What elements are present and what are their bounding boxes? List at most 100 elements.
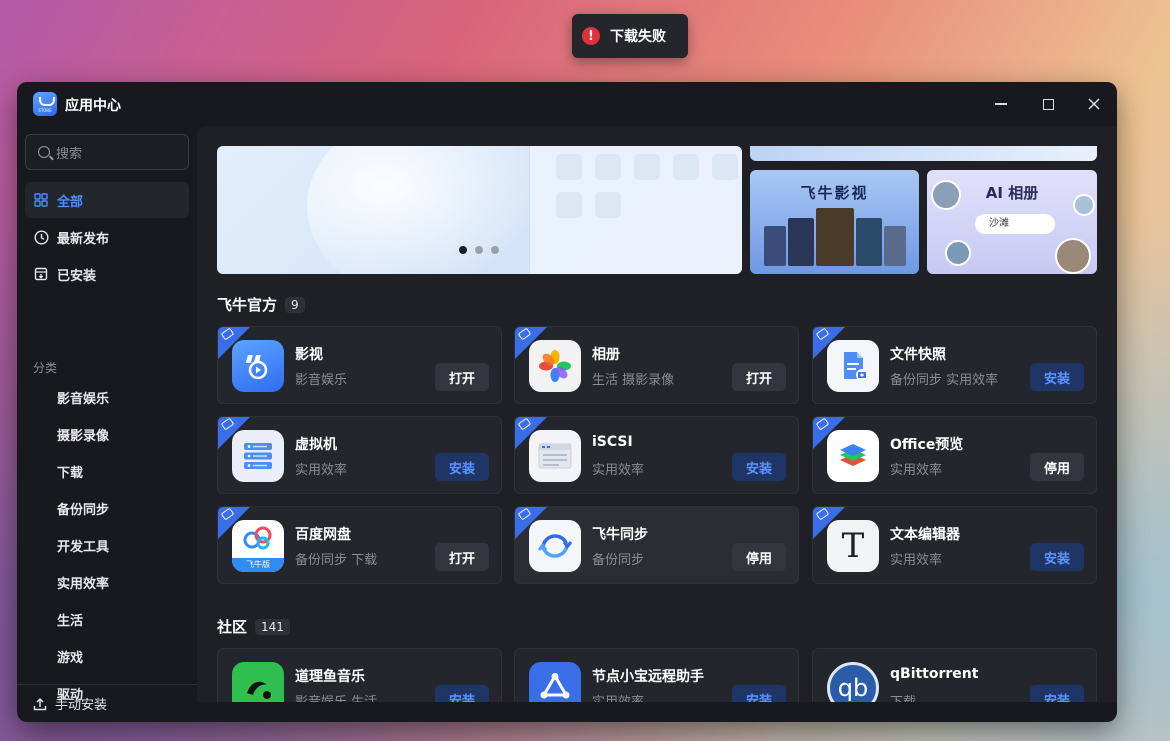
category-item[interactable]: 下载 bbox=[57, 462, 83, 481]
movie-poster bbox=[788, 218, 814, 266]
open-button[interactable]: 打开 bbox=[732, 363, 786, 391]
install-button[interactable]: 安装 bbox=[435, 685, 489, 702]
maximize-button[interactable] bbox=[1036, 92, 1060, 116]
title-bar[interactable]: STORE 应用中心 bbox=[17, 82, 1117, 126]
app-name: 虚拟机 bbox=[295, 437, 337, 453]
disable-button[interactable]: 停用 bbox=[732, 543, 786, 571]
category-item[interactable]: 生活 bbox=[57, 610, 83, 629]
app-card-iscsi[interactable]: iSCSI 实用效率 安装 bbox=[514, 416, 799, 494]
install-button[interactable]: 安装 bbox=[435, 453, 489, 481]
search-box[interactable]: 搜索 bbox=[25, 134, 189, 170]
carousel-dot-2[interactable] bbox=[475, 246, 483, 254]
install-button[interactable]: 安装 bbox=[1030, 543, 1084, 571]
category-item[interactable]: 开发工具 bbox=[57, 536, 109, 555]
app-category: 实用效率 bbox=[890, 463, 943, 478]
carousel-dot-3[interactable] bbox=[491, 246, 499, 254]
app-category: 备份同步 bbox=[592, 553, 645, 568]
preview-tile bbox=[595, 192, 621, 218]
minimize-icon bbox=[995, 103, 1007, 105]
nav-all[interactable]: 全部 bbox=[25, 182, 189, 218]
open-button[interactable]: 打开 bbox=[435, 363, 489, 391]
app-card-photos[interactable]: 相册 生活 摄影录像 打开 bbox=[514, 326, 799, 404]
baidu-netdisk-app-icon: 飞牛版 bbox=[232, 520, 284, 572]
category-item[interactable]: 备份同步 bbox=[57, 499, 109, 518]
open-button[interactable]: 打开 bbox=[435, 543, 489, 571]
logo-text: STORE bbox=[38, 108, 52, 113]
text-editor-app-icon: T bbox=[827, 520, 879, 572]
nav-installed[interactable]: 已安装 bbox=[25, 256, 189, 292]
ai-sample-photo bbox=[1055, 238, 1091, 274]
nav-all-label: 全部 bbox=[57, 194, 84, 210]
app-category: 实用效率 bbox=[592, 691, 644, 702]
app-name: 影视 bbox=[295, 347, 323, 363]
preview-tile bbox=[556, 154, 582, 180]
banner-ai-album[interactable]: AI 相册 沙滩 bbox=[927, 170, 1097, 274]
error-toast: ! 下载失败 bbox=[572, 14, 688, 58]
app-card-text-editor[interactable]: T 文本编辑器 实用效率 安装 bbox=[812, 506, 1097, 584]
install-button[interactable]: 安装 bbox=[1030, 363, 1084, 391]
app-card-movie[interactable]: 影视 影音娱乐 打开 bbox=[217, 326, 502, 404]
app-card-music[interactable]: 道理鱼音乐 影音娱乐 生活 安装 bbox=[217, 648, 502, 702]
search-input[interactable]: 搜索 bbox=[56, 143, 82, 162]
category-item[interactable]: 影音娱乐 bbox=[57, 388, 109, 407]
nav-latest[interactable]: 最新发布 bbox=[25, 219, 189, 255]
banner-preview-panel bbox=[529, 146, 742, 274]
app-store-logo-icon: STORE bbox=[33, 92, 57, 116]
app-category: 实用效率 bbox=[592, 463, 645, 478]
upload-icon bbox=[33, 697, 47, 710]
app-card-vm[interactable]: 虚拟机 实用效率 安装 bbox=[217, 416, 502, 494]
photos-app-icon bbox=[529, 340, 581, 392]
install-button[interactable]: 安装 bbox=[732, 453, 786, 481]
category-item[interactable]: 游戏 bbox=[57, 647, 83, 666]
install-button[interactable]: 安装 bbox=[1030, 685, 1084, 702]
qbittorrent-glyph: qb bbox=[837, 674, 869, 702]
movie-poster bbox=[816, 208, 854, 266]
app-category: 实用效率 bbox=[890, 553, 943, 568]
preview-tile bbox=[712, 154, 738, 180]
snapshot-app-icon bbox=[827, 340, 879, 392]
preview-tile bbox=[556, 192, 582, 218]
preview-tile bbox=[673, 154, 699, 180]
manual-install-label: 手动安装 bbox=[55, 698, 108, 713]
category-item[interactable]: 实用效率 bbox=[57, 573, 109, 592]
manual-install-button[interactable]: 手动安装 bbox=[17, 684, 197, 722]
section-community-title: 社区 bbox=[217, 618, 248, 636]
app-name: 百度网盘 bbox=[295, 527, 351, 543]
section-official: 飞牛官方 9 bbox=[217, 294, 305, 315]
app-name: Office预览 bbox=[890, 437, 964, 453]
install-button[interactable]: 安装 bbox=[732, 685, 786, 702]
movie-poster bbox=[856, 218, 882, 266]
icon-caption: 飞牛版 bbox=[232, 558, 284, 572]
section-community-count: 141 bbox=[255, 618, 290, 635]
app-name: 文本编辑器 bbox=[890, 527, 960, 543]
disable-button[interactable]: 停用 bbox=[1030, 453, 1084, 481]
category-item[interactable]: 摄影录像 bbox=[57, 425, 109, 444]
movie-poster bbox=[764, 226, 786, 266]
section-official-title: 飞牛官方 bbox=[217, 296, 278, 314]
app-card-snapshot[interactable]: 文件快照 备份同步 实用效率 安装 bbox=[812, 326, 1097, 404]
close-button[interactable] bbox=[1082, 92, 1106, 116]
carousel-dot-1[interactable] bbox=[459, 246, 467, 254]
sidebar: 搜索 全部 最新发布 已安装 分类 影音娱乐 摄影录像 下载 备份同步 开发工具… bbox=[17, 126, 197, 722]
app-card-node-remote[interactable]: 节点小宝远程助手 实用效率 安装 bbox=[514, 648, 799, 702]
grid-icon bbox=[33, 192, 49, 208]
app-card-office-preview[interactable]: Office预览 实用效率 停用 bbox=[812, 416, 1097, 494]
app-card-baidu-netdisk[interactable]: 飞牛版 百度网盘 备份同步 下载 打开 bbox=[217, 506, 502, 584]
minimize-button[interactable] bbox=[989, 92, 1013, 116]
app-card-feiniu-sync[interactable]: 飞牛同步 备份同步 停用 bbox=[514, 506, 799, 584]
banner-movie-title: 飞牛影视 bbox=[800, 184, 869, 202]
app-name: qBittorrent bbox=[890, 666, 979, 682]
ai-sample-photo bbox=[945, 240, 971, 266]
app-name: 道理鱼音乐 bbox=[295, 669, 365, 685]
nav-installed-label: 已安装 bbox=[57, 268, 97, 284]
category-heading: 分类 bbox=[33, 361, 58, 375]
app-card-qbittorrent[interactable]: qb qBittorrent 下载 安装 bbox=[812, 648, 1097, 702]
banner-feiniu-movie[interactable]: 飞牛影视 bbox=[750, 170, 919, 274]
banner-top-right[interactable] bbox=[750, 146, 1097, 161]
node-remote-app-icon bbox=[529, 662, 581, 702]
search-icon bbox=[38, 146, 50, 158]
banner-carousel[interactable] bbox=[217, 146, 742, 274]
app-name: iSCSI bbox=[592, 434, 633, 450]
nav-latest-label: 最新发布 bbox=[57, 231, 110, 247]
section-community: 社区 141 bbox=[217, 616, 290, 637]
